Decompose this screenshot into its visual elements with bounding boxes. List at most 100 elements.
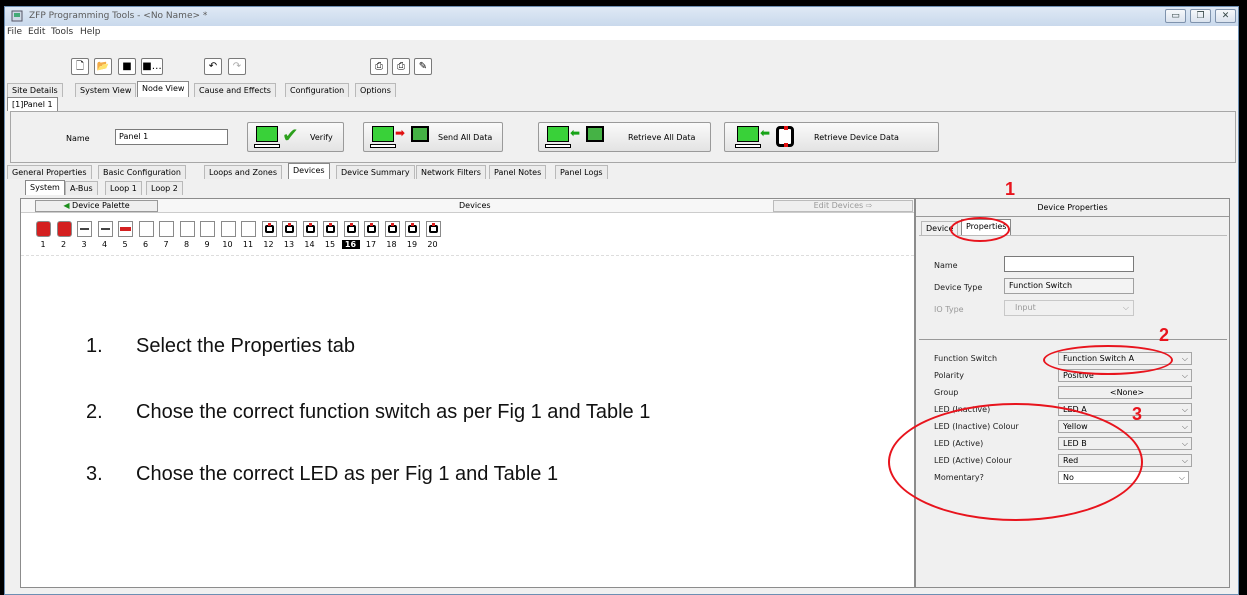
chevron-down-icon: ⌵ bbox=[1181, 439, 1188, 448]
device-doc-icon[interactable] bbox=[179, 221, 195, 237]
close-icon: ✕ bbox=[1221, 11, 1230, 21]
device-number: 7 bbox=[163, 240, 169, 249]
device-fs-icon[interactable] bbox=[343, 221, 359, 237]
panel-name-input[interactable]: Panel 1 bbox=[115, 129, 228, 145]
tab-options[interactable]: Options bbox=[355, 83, 396, 97]
instruction-3: 3. Chose the correct LED as per Fig 1 and… bbox=[86, 463, 559, 485]
menu-edit[interactable]: Edit bbox=[28, 27, 45, 37]
device-fs-icon[interactable] bbox=[323, 221, 338, 237]
device-properties-pane: Device Properties Device Properties Name… bbox=[915, 198, 1230, 588]
tab-panel-1[interactable]: [1]Panel 1 bbox=[7, 97, 58, 111]
tab-cause-and-effects[interactable]: Cause and Effects bbox=[194, 83, 276, 97]
device-fs-icon[interactable] bbox=[282, 221, 297, 237]
verify-button[interactable]: ✔ Verify bbox=[247, 122, 344, 152]
retrieve-all-data-button[interactable]: ⬅ Retrieve All Data bbox=[538, 122, 711, 152]
print-preview-button[interactable]: ⎙ bbox=[392, 58, 410, 75]
new-file-icon: 🗋 bbox=[75, 61, 85, 72]
device-fs-icon[interactable] bbox=[302, 221, 318, 237]
property-label: Group bbox=[934, 388, 959, 397]
device-bell-icon[interactable] bbox=[36, 221, 51, 237]
tab-node-view[interactable]: Node View bbox=[137, 81, 190, 97]
device-fs-icon[interactable] bbox=[405, 221, 420, 237]
device-window-icon[interactable] bbox=[220, 221, 236, 237]
device-bell-icon[interactable] bbox=[56, 221, 72, 237]
tab-loop-2[interactable]: Loop 2 bbox=[146, 181, 183, 195]
io-type-select[interactable]: Input ⌵ bbox=[1004, 300, 1134, 316]
tab-loop-1[interactable]: Loop 1 bbox=[105, 181, 142, 195]
device-fs-icon[interactable] bbox=[384, 221, 400, 237]
save-as-button[interactable]: ■… bbox=[141, 58, 163, 75]
annotation-number-1: 1 bbox=[1005, 179, 1016, 199]
tab-system[interactable]: System bbox=[25, 180, 65, 195]
device-number: 4 bbox=[101, 240, 108, 249]
device-number: 19 bbox=[406, 240, 418, 249]
device-type-field: Function Switch bbox=[1004, 278, 1134, 294]
save-button[interactable]: ■ bbox=[118, 58, 136, 75]
devices-pane: ◀ Device Palette Devices Edit Devices ⇨ … bbox=[20, 198, 915, 588]
annotation-ring-3 bbox=[888, 403, 1143, 521]
device-number: 12 bbox=[263, 240, 274, 249]
device-io-icon[interactable] bbox=[97, 221, 113, 237]
tab-general-properties[interactable]: General Properties bbox=[7, 165, 92, 179]
tab-loops-and-zones[interactable]: Loops and Zones bbox=[204, 165, 283, 179]
app-icon bbox=[11, 10, 23, 22]
property-select[interactable]: <None> bbox=[1058, 386, 1192, 399]
print-button[interactable]: ⎙ bbox=[370, 58, 388, 75]
device-wifi-icon[interactable] bbox=[159, 221, 174, 237]
tab-device-summary[interactable]: Device Summary bbox=[336, 165, 415, 179]
arrow-right-icon: ⇨ bbox=[865, 201, 873, 210]
device-palette-button[interactable]: ◀ Device Palette bbox=[35, 200, 158, 212]
redo-button[interactable]: ↷ bbox=[228, 58, 246, 75]
tab-basic-configuration[interactable]: Basic Configuration bbox=[98, 165, 186, 179]
tab-network-filters[interactable]: Network Filters bbox=[416, 165, 486, 179]
property-label: Polarity bbox=[934, 371, 964, 380]
chevron-down-icon: ⌵ bbox=[1178, 473, 1185, 482]
computer-icon bbox=[256, 126, 278, 142]
tab-panel-logs[interactable]: Panel Logs bbox=[555, 165, 608, 179]
tab-panel-notes[interactable]: Panel Notes bbox=[489, 165, 547, 179]
send-all-data-button[interactable]: ➡ Send All Data bbox=[363, 122, 503, 152]
menu-help[interactable]: Help bbox=[80, 27, 101, 37]
device-number: 8 bbox=[183, 240, 190, 249]
maximize-button[interactable]: ❐ bbox=[1190, 9, 1211, 23]
device-icon bbox=[776, 126, 794, 147]
device-fs-icon[interactable] bbox=[364, 221, 379, 237]
computer-icon bbox=[547, 126, 569, 142]
minimize-button[interactable]: ▭ bbox=[1165, 9, 1186, 23]
tab-configuration[interactable]: Configuration bbox=[285, 83, 350, 97]
computer-icon bbox=[372, 126, 394, 142]
menu-file[interactable]: File bbox=[7, 27, 22, 37]
device-number: 16 bbox=[341, 240, 360, 249]
open-button[interactable]: 📂 bbox=[94, 58, 112, 75]
computer-icon bbox=[737, 126, 759, 142]
device-fs-icon[interactable] bbox=[261, 221, 277, 237]
chevron-down-icon: ⌵ bbox=[1181, 422, 1188, 431]
retrieve-device-data-button[interactable]: ⬅ Retrieve Device Data bbox=[724, 122, 939, 152]
arrow-left-icon: ⬅ bbox=[570, 126, 581, 140]
tab-devices[interactable]: Devices bbox=[288, 163, 330, 179]
undo-icon: ↶ bbox=[208, 61, 218, 72]
tab-site-details[interactable]: Site Details bbox=[7, 83, 63, 97]
chevron-down-icon: ⌵ bbox=[1122, 303, 1129, 312]
edit-devices-button[interactable]: Edit Devices ⇨ bbox=[773, 200, 913, 212]
device-hand-icon[interactable] bbox=[241, 221, 256, 237]
undo-button[interactable]: ↶ bbox=[204, 58, 222, 75]
redo-icon: ↷ bbox=[232, 61, 242, 72]
menu-tools[interactable]: Tools bbox=[51, 27, 73, 37]
annotation-ring-1 bbox=[950, 217, 1010, 242]
tab-system-view[interactable]: System View bbox=[75, 83, 137, 97]
close-button[interactable]: ✕ bbox=[1215, 9, 1236, 23]
device-number: 3 bbox=[81, 240, 87, 249]
device-pir-icon[interactable] bbox=[138, 221, 154, 237]
panel-bar: Name Panel 1 ✔ Verify ➡ Send All Data ⬅ … bbox=[10, 111, 1236, 163]
print-setup-button[interactable]: ✎ bbox=[414, 58, 432, 75]
device-key-icon[interactable] bbox=[118, 221, 133, 237]
tab-a-bus[interactable]: A-Bus bbox=[65, 181, 98, 195]
device-doc-icon[interactable] bbox=[200, 221, 215, 237]
check-icon: ✔ bbox=[282, 123, 299, 147]
device-io-icon[interactable] bbox=[77, 221, 92, 237]
new-file-button[interactable]: 🗋 bbox=[71, 58, 89, 75]
device-number: 20 bbox=[427, 240, 438, 249]
device-name-input[interactable] bbox=[1004, 256, 1134, 272]
device-fs-icon[interactable] bbox=[425, 221, 441, 237]
